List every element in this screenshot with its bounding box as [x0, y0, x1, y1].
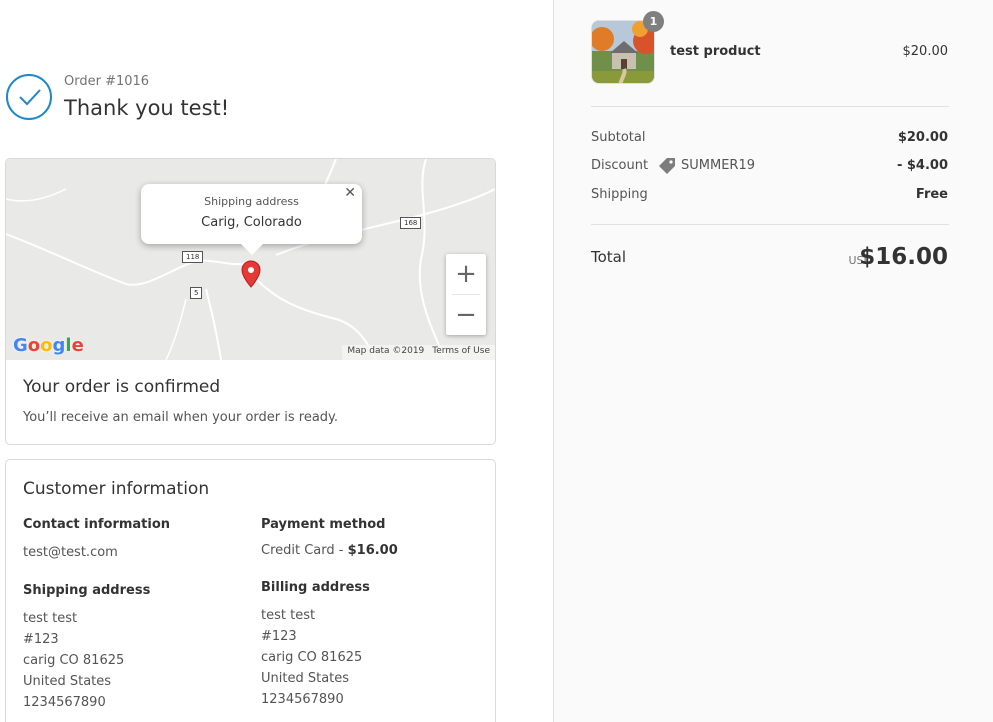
- billing-line-country: United States: [261, 671, 350, 686]
- order-summary: 1 test product $20.00 Subtotal $20.00 Di…: [553, 0, 993, 722]
- road-label-5: 5: [190, 287, 203, 299]
- billing-address: test test #123 carig CO 81625 United Sta…: [261, 605, 362, 710]
- map-attribution: Map data ©2019 Terms of Use: [342, 345, 495, 360]
- payment-method-name: Credit Card: [261, 543, 335, 558]
- contact-info-heading: Contact information: [23, 517, 171, 532]
- discount-value: - $4.00: [896, 158, 948, 173]
- payment-method-heading: Payment method: [261, 517, 386, 532]
- billing-line-street: #123: [261, 629, 297, 644]
- product-name: test product: [670, 44, 761, 59]
- quantity-badge: 1: [643, 11, 664, 32]
- map-card: 168 118 5 Shipping address Carig, Colora…: [5, 158, 496, 445]
- terms-of-use-link[interactable]: Terms of Use: [432, 346, 490, 356]
- product-thumbnail: [591, 20, 655, 84]
- shipping-address-heading: Shipping address: [23, 583, 151, 598]
- confirmation-description: You’ll receive an email when your order …: [23, 410, 339, 425]
- shipping-line-city: carig CO 81625: [23, 653, 125, 668]
- shipping-line-country: United States: [23, 674, 112, 689]
- shipping-line-street: #123: [23, 632, 59, 647]
- billing-line-city: carig CO 81625: [261, 650, 363, 665]
- map-pin-icon[interactable]: [241, 260, 261, 288]
- payment-amount: $16.00: [347, 543, 398, 558]
- checkmark-icon: [6, 74, 52, 120]
- shipping-address: test test #123 carig CO 81625 United Sta…: [23, 608, 124, 713]
- summary-divider: [591, 106, 949, 107]
- page-title: Thank you test!: [64, 96, 230, 120]
- payment-separator: -: [334, 543, 348, 558]
- customer-info-card: Customer information Contact information…: [5, 459, 496, 722]
- close-icon[interactable]: ✕: [344, 185, 356, 201]
- google-logo[interactable]: Google: [13, 335, 84, 356]
- road-label-168: 168: [400, 217, 422, 229]
- discount-code: SUMMER19: [681, 158, 755, 173]
- zoom-in-button[interactable]: +: [446, 254, 486, 294]
- map-data-credit: Map data ©2019: [347, 346, 425, 356]
- popup-title: Shipping address: [204, 195, 299, 208]
- payment-method-value: Credit Card - $16.00: [261, 540, 398, 561]
- total-divider: [591, 224, 949, 225]
- billing-line-name: test test: [261, 608, 316, 623]
- shipping-value: Free: [915, 187, 948, 202]
- shipping-line-name: test test: [23, 611, 78, 626]
- order-number: Order #1016: [64, 74, 150, 89]
- total-value: $16.00: [859, 244, 948, 270]
- billing-line-phone: 1234567890: [261, 692, 344, 707]
- shipping-map[interactable]: 168 118 5 Shipping address Carig, Colora…: [6, 159, 495, 360]
- subtotal-label: Subtotal: [591, 130, 646, 145]
- contact-email: test@test.com: [23, 545, 118, 560]
- total-label: Total: [591, 248, 627, 266]
- billing-address-heading: Billing address: [261, 580, 370, 595]
- zoom-out-button[interactable]: −: [446, 295, 486, 335]
- tag-icon: [659, 158, 675, 174]
- discount-label: Discount: [591, 158, 649, 173]
- zoom-controls: + −: [446, 254, 486, 335]
- main-content: Order #1016 Thank you test! 168 118 5 Sh…: [0, 0, 553, 722]
- confirmation-title: Your order is confirmed: [23, 377, 221, 397]
- product-price: $20.00: [902, 44, 949, 59]
- customer-info-title: Customer information: [23, 479, 210, 499]
- subtotal-value: $20.00: [897, 130, 948, 145]
- map-info-window: Shipping address Carig, Colorado ✕: [141, 184, 362, 255]
- road-label-118: 118: [182, 251, 204, 263]
- popup-location: Carig, Colorado: [201, 215, 302, 230]
- shipping-line-phone: 1234567890: [23, 695, 106, 710]
- shipping-label: Shipping: [591, 187, 648, 202]
